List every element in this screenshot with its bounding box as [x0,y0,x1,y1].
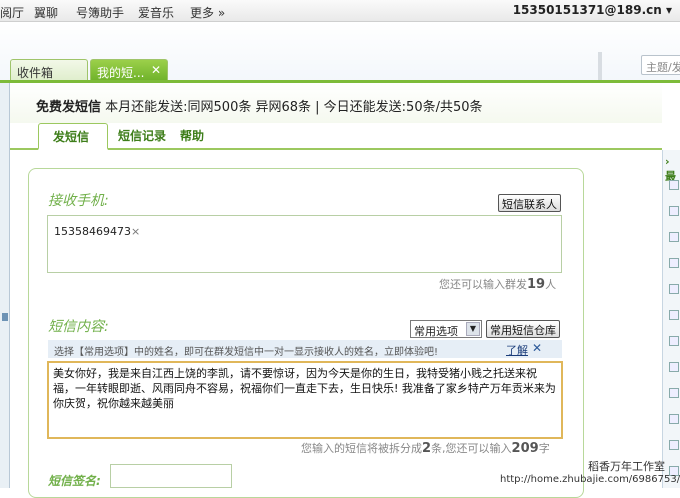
tip-text: 选择【常用选项】中的姓名，即可在群发短信中一对一显示接收人的姓名，立即体验吧! [54,347,439,358]
phrases-select-value: 常用选项 [414,325,458,338]
split-count: 2 [422,441,432,456]
chevron-down-icon: ▼ [466,322,480,336]
windmill-icon [598,52,602,80]
close-icon[interactable]: ✕ [532,341,542,355]
tab-help[interactable]: 帮助 [180,127,204,144]
nav-item[interactable]: 翼聊 [34,4,58,21]
account-menu[interactable]: 15350151371@189.cn ▾ [513,3,672,17]
watermark-text: 稻香万年工作室 [588,460,665,473]
remove-icon[interactable]: × [131,225,140,238]
list-icon[interactable] [669,440,679,450]
signature-label: 短信签名: [48,474,101,488]
tab-sms[interactable]: 我的短... ✕ [90,59,168,81]
recipient-chip: 15358469473× [54,225,140,238]
nav-item[interactable]: 号簿助手 [76,4,124,21]
split-info: 您输入的短信将被拆分成2条,您还可以输入209字 [301,440,550,456]
list-icon[interactable] [669,258,679,268]
list-icon[interactable] [669,336,679,346]
list-icon[interactable] [669,232,679,242]
recipients-field[interactable]: 15358469473× [47,215,562,273]
list-icon[interactable] [669,414,679,424]
page-header: 免费发短信 本月还能发送:同网500条 异网68条 | 今日还能发送:50条/共… [10,83,662,123]
message-label: 短信内容: [48,319,109,335]
close-icon[interactable]: ✕ [151,63,161,77]
list-icon[interactable] [669,362,679,372]
tab-sms-history[interactable]: 短信记录 [118,127,166,144]
recipients-remaining: 您还可以输入群发19人 [439,276,556,292]
tip-bar: 选择【常用选项】中的姓名，即可在群发短信中一对一显示接收人的姓名，立即体验吧! … [48,340,562,358]
recipient-number: 15358469473 [54,225,131,238]
tab-inbox-label: 收件箱 [17,66,54,80]
sub-tabs: 发短信 短信记录 帮助 [10,123,662,150]
nav-item-more[interactable]: 更多 » [190,4,225,21]
signature-input[interactable] [110,464,232,488]
left-sidebar [0,83,10,488]
tab-send-sms[interactable]: 发短信 [38,123,108,150]
phrases-select[interactable]: 常用选项 ▼ [410,320,482,338]
tab-sms-label: 我的短... [97,66,145,80]
list-icon[interactable] [669,206,679,216]
chars-left: 209 [511,441,539,456]
page-title: 免费发短信 本月还能发送:同网500条 异网68条 | 今日还能发送:50条/共… [36,96,483,115]
learn-more-link[interactable]: 了解 [506,342,528,358]
recipients-label: 接收手机: [48,193,109,209]
top-bar: 阅厅 翼聊 号簿助手 爱音乐 更多 » 15350151371@189.cn ▾ [0,0,680,22]
contacts-button[interactable]: 短信联系人 [498,194,561,212]
message-textarea[interactable]: 美女你好，我是来自江西上饶的李凯，请不要惊讶，因为今天是你的生日，我特受猪小贱之… [47,361,563,439]
right-panel: › 最 [662,150,680,488]
remaining-prefix: 您还可以输入群发 [439,278,527,291]
list-icon[interactable] [669,310,679,320]
list-icon[interactable] [669,284,679,294]
quota-text: 本月还能发送:同网500条 异网68条 | 今日还能发送:50条/共50条 [105,100,483,115]
remaining-count: 19 [527,277,546,292]
search-input[interactable]: 主题/发 [641,55,680,75]
nav-item[interactable]: 爱音乐 [138,4,174,21]
split-middle: 条,您还可以输入 [431,442,512,455]
list-icon[interactable] [669,180,679,190]
watermark-url: http://home.zhubajie.com/6986753/ [500,474,680,485]
split-suffix: 字 [538,442,550,455]
page-title-text: 免费发短信 [36,100,102,115]
tab-inbox[interactable]: 收件箱 [10,59,88,81]
sms-warehouse-button[interactable]: 常用短信仓库 [486,320,560,338]
list-icon[interactable] [669,388,679,398]
collapse-handle[interactable] [2,313,8,321]
remaining-suffix: 人 [545,278,557,291]
nav-item[interactable]: 阅厅 [0,4,24,21]
split-prefix: 您输入的短信将被拆分成 [301,442,422,455]
